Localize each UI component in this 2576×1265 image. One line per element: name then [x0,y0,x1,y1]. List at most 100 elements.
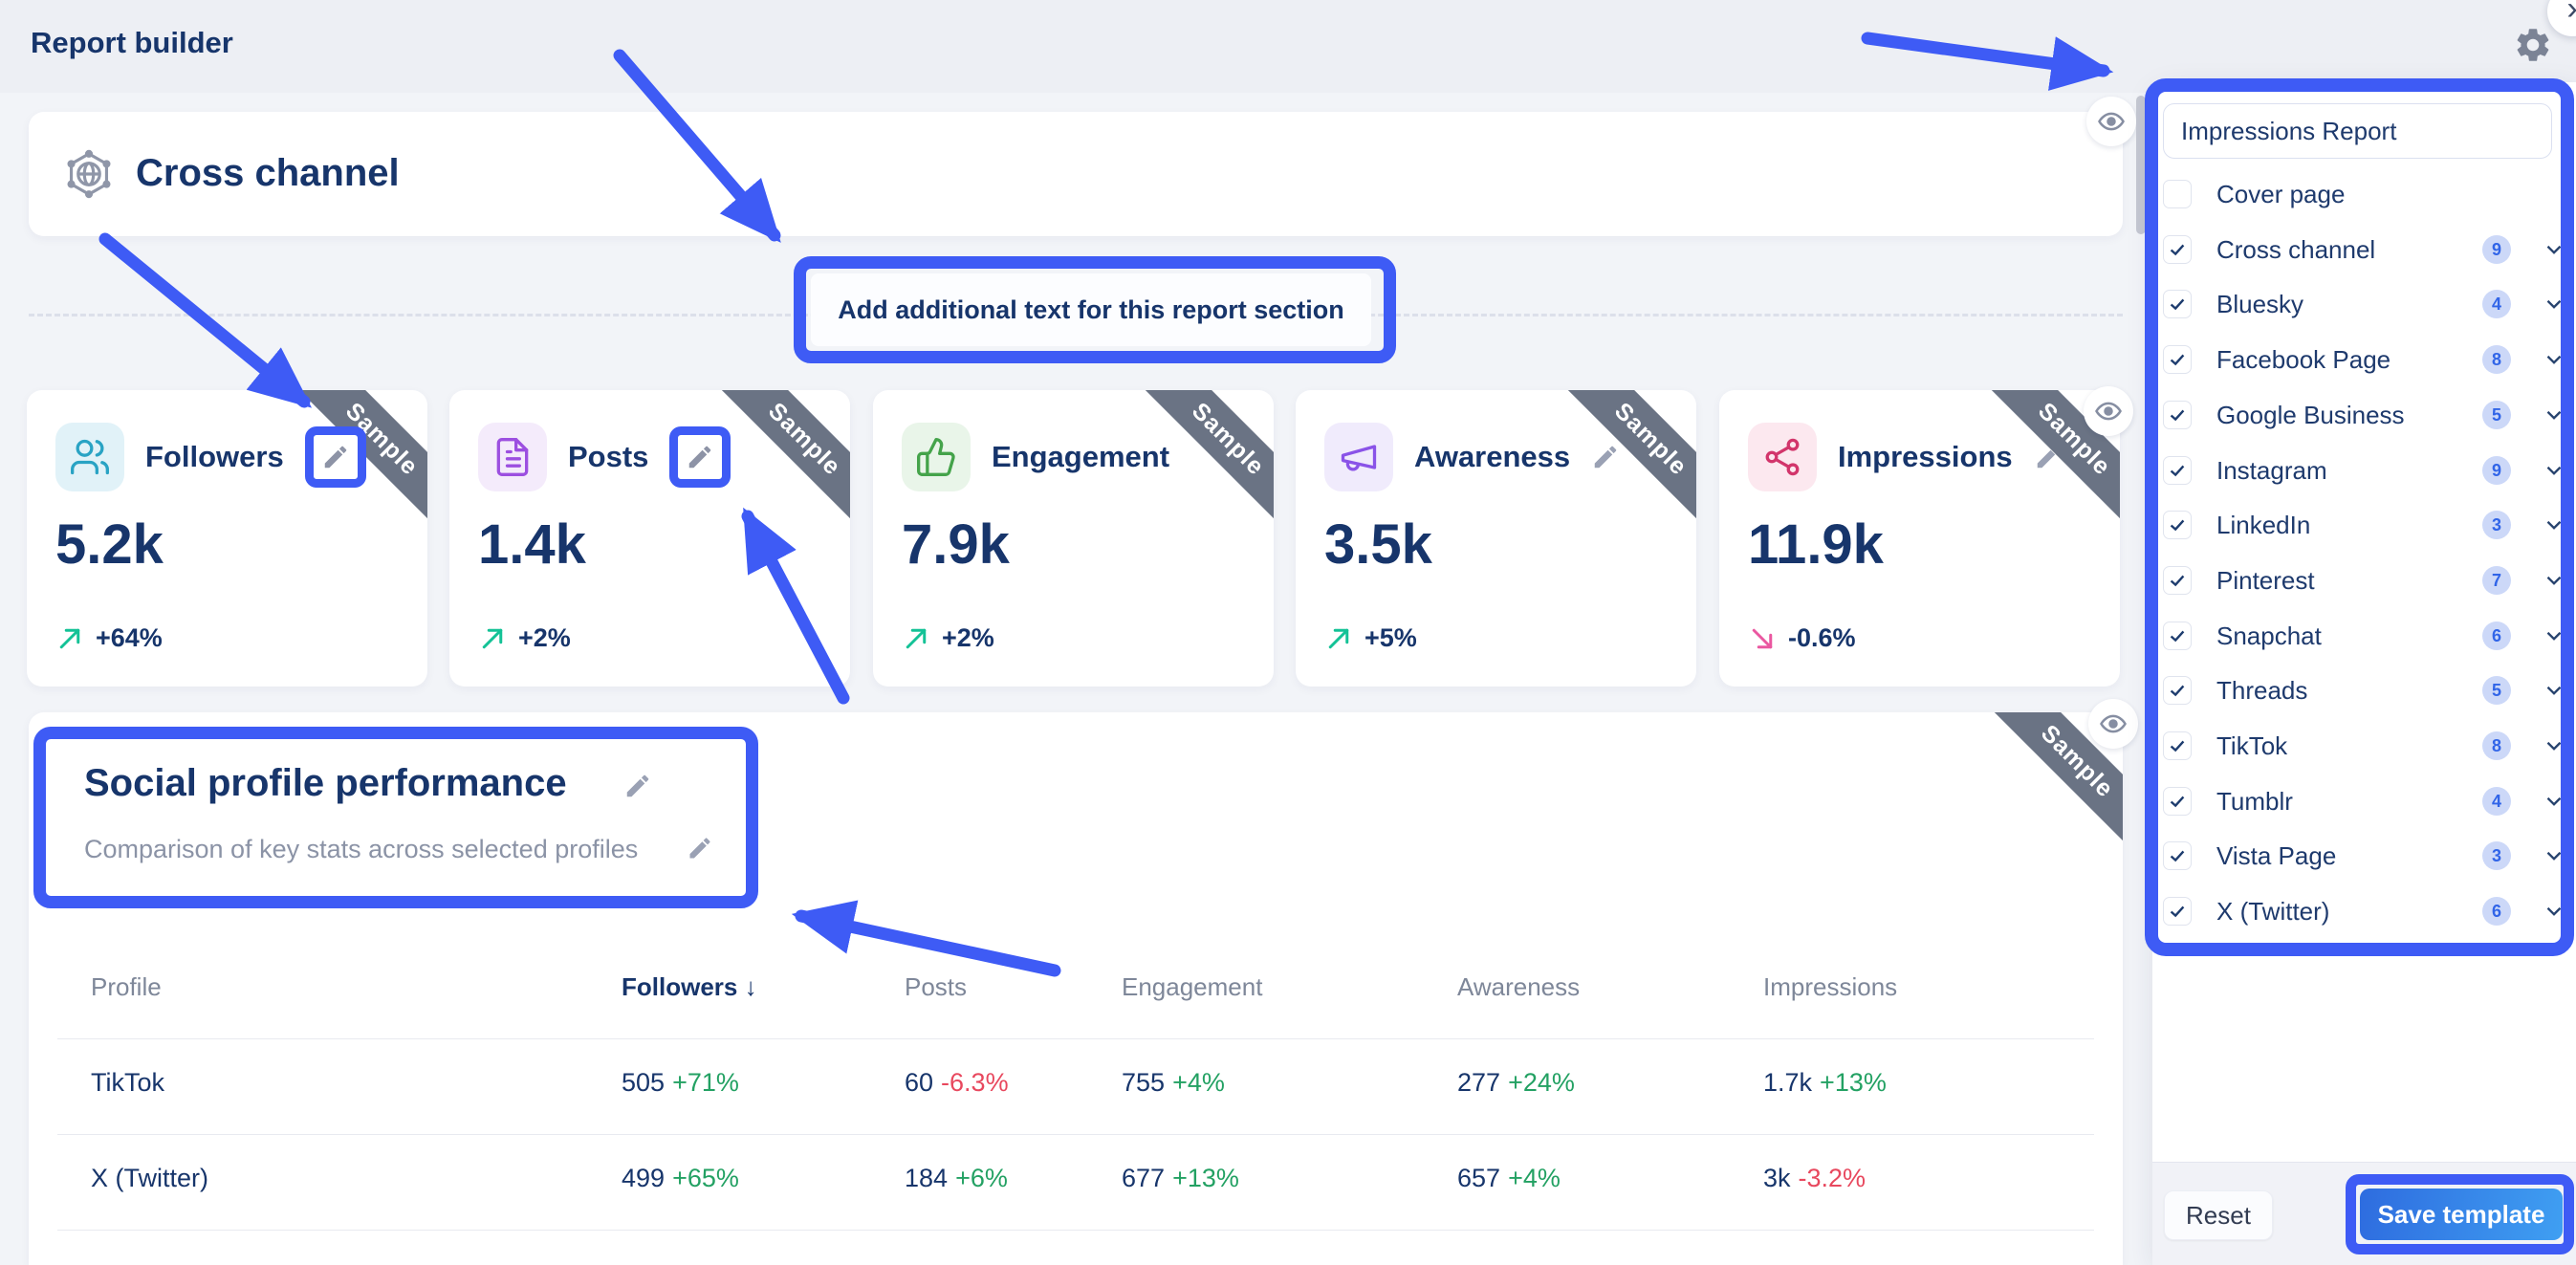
check-icon [2167,239,2188,260]
add-text-button[interactable]: Add additional text for this report sect… [811,273,1371,346]
sidebar-item-bluesky[interactable]: Bluesky 4 [2163,283,2563,325]
chevron-down-icon[interactable] [2542,568,2566,593]
eye-icon [2094,397,2123,425]
sidebar-item-label: Tumblr [2216,780,2293,822]
column-header-engagement[interactable]: Engagement [1122,972,1262,1002]
stat-value: 7.9k [902,513,1010,577]
sidebar-item-linkedin[interactable]: LinkedIn 3 [2163,504,2563,546]
checkbox[interactable] [2163,787,2192,816]
pencil-icon [321,443,350,471]
stat-card-impressions: Sample Impressions 11.9k -0.6% [1719,390,2120,687]
sidebar-item-cover-page[interactable]: Cover page [2163,173,2563,215]
checkbox[interactable] [2163,622,2192,650]
count-badge: 5 [2482,676,2511,705]
sidebar-item-label: Snapchat [2216,615,2322,657]
count-badge: 4 [2482,787,2511,816]
trend-up-icon [478,624,507,653]
sidebar-item-label: X (Twitter) [2216,890,2329,932]
social-profile-performance-section: Sample Social profile performance Compar… [29,712,2123,1265]
checkbox[interactable] [2163,511,2192,539]
checkbox[interactable] [2163,456,2192,485]
sidebar-item-cross-channel[interactable]: Cross channel 9 [2163,229,2563,271]
table-cell: 277+24% [1457,1068,1575,1098]
table-cell: 657+4% [1457,1164,1561,1193]
row-divider [57,1230,2094,1231]
sidebar-item-tiktok[interactable]: TikTok 8 [2163,725,2563,767]
users-icon [55,423,124,491]
sidebar-item-facebook-page[interactable]: Facebook Page 8 [2163,338,2563,381]
check-icon [2167,680,2188,701]
chevron-down-icon[interactable] [2542,899,2566,924]
sidebar-item-label: Cover page [2216,173,2345,215]
pencil-icon [686,443,714,471]
chevron-down-icon[interactable] [2542,347,2566,372]
megaphone-icon [1324,423,1393,491]
chevron-down-icon[interactable] [2542,292,2566,316]
scrollbar[interactable] [2136,96,2146,234]
edit-stat-button[interactable] [669,426,731,488]
checkbox[interactable] [2163,676,2192,705]
edit-stat-button[interactable] [305,426,366,488]
column-header-impressions[interactable]: Impressions [1763,972,1897,1002]
checkbox[interactable] [2163,235,2192,264]
column-header-followers[interactable]: Followers ↓ [622,972,757,1002]
toggle-section-visibility-button[interactable] [2088,699,2138,749]
gear-icon[interactable] [2513,25,2553,65]
stat-delta: +2% [902,623,994,653]
toggle-section-visibility-button[interactable] [2086,97,2136,146]
sort-desc-icon: ↓ [745,972,757,1001]
count-badge: 5 [2482,401,2511,429]
check-icon [2167,845,2188,866]
edit-subtitle-button[interactable] [687,835,713,862]
checkbox[interactable] [2163,401,2192,429]
chevron-down-icon[interactable] [2542,678,2566,703]
column-header-posts[interactable]: Posts [905,972,967,1002]
stat-value: 3.5k [1324,513,1432,577]
sidebar-item-label: LinkedIn [2216,504,2310,546]
report-name-input[interactable] [2163,103,2552,159]
reset-button[interactable]: Reset [2164,1190,2273,1240]
sidebar-item-vista-page[interactable]: Vista Page 3 [2163,835,2563,877]
chevron-down-icon[interactable] [2542,237,2566,262]
count-badge: 6 [2482,622,2511,650]
count-badge: 3 [2482,841,2511,870]
table-cell: 60-6.3% [905,1068,1009,1098]
share-nodes-icon [1748,423,1817,491]
checkbox[interactable] [2163,345,2192,374]
chevron-down-icon[interactable] [2542,513,2566,537]
checkbox[interactable] [2163,841,2192,870]
sidebar-item-pinterest[interactable]: Pinterest 7 [2163,559,2563,601]
sidebar-item-threads[interactable]: Threads 5 [2163,669,2563,711]
trend-up-icon [902,624,930,653]
chevron-down-icon[interactable] [2542,403,2566,427]
chevron-down-icon[interactable] [2542,458,2566,483]
checkbox[interactable] [2163,566,2192,595]
table-section-subtitle: Comparison of key stats across selected … [84,835,638,864]
annotation-arrow [105,239,304,402]
checkbox[interactable] [2163,897,2192,926]
checkbox[interactable] [2163,180,2192,208]
save-template-button[interactable]: Save template [2360,1189,2563,1240]
chevron-down-icon[interactable] [2542,789,2566,814]
trend-up-icon [1324,624,1353,653]
check-icon [2167,349,2188,370]
stat-delta: +5% [1324,623,1417,653]
checkbox[interactable] [2163,290,2192,318]
column-header-awareness[interactable]: Awareness [1457,972,1580,1002]
count-badge: 8 [2482,345,2511,374]
toggle-section-visibility-button[interactable] [2084,386,2133,436]
chevron-down-icon[interactable] [2542,733,2566,758]
sidebar-item-tumblr[interactable]: Tumblr 4 [2163,780,2563,822]
section-title: Cross channel [136,152,400,195]
checkbox[interactable] [2163,731,2192,760]
sidebar-item-x-twitter[interactable]: X (Twitter) 6 [2163,890,2563,932]
trend-up-icon [55,624,84,653]
edit-title-button[interactable] [623,772,652,800]
chevron-down-icon[interactable] [2542,623,2566,648]
sidebar-item-instagram[interactable]: Instagram 9 [2163,449,2563,491]
stat-card-awareness: Sample Awareness 3.5k +5% [1296,390,1696,687]
chevron-down-icon[interactable] [2542,843,2566,868]
count-badge: 7 [2482,566,2511,595]
sidebar-item-google-business[interactable]: Google Business 5 [2163,394,2563,436]
sidebar-item-snapchat[interactable]: Snapchat 6 [2163,615,2563,657]
